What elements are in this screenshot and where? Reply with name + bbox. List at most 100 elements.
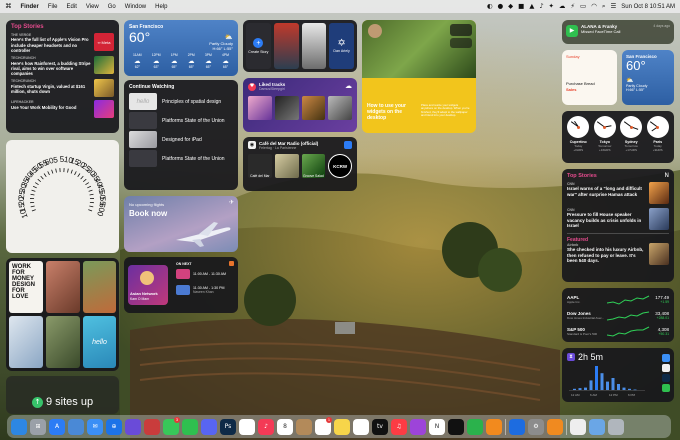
stock-row[interactable]: Dow Jones Dow Jones Industrial Aver... 33,… [567, 308, 669, 322]
continue-watching-widget[interactable]: Continue Watching hello Principles of sp… [124, 80, 238, 190]
weather-widget-left[interactable]: San Francisco 60° ⛅ Partly Cloudy H:66° … [124, 20, 238, 76]
mail-icon[interactable]: ✉ [87, 418, 103, 435]
pages-icon[interactable] [486, 418, 502, 435]
discord-icon[interactable] [201, 418, 217, 435]
safari-icon[interactable]: ⊕ [106, 418, 122, 435]
stocks-widget[interactable]: AAPL Apple Inc. 177.49 +1.59 Dow Jones Dow Jo… [562, 288, 674, 342]
podcast-tile[interactable] [273, 23, 299, 69]
stocks-icon[interactable] [448, 418, 464, 435]
weather-widget-right[interactable]: San Francisco 60° ⛅ Partly Cloudy H:66° … [622, 50, 674, 105]
status-icon[interactable]: ☁ [559, 3, 566, 10]
status-icon[interactable]: ⚡ [570, 3, 575, 10]
tips-widget[interactable]: How to use your widgets on the desktop P… [362, 20, 476, 133]
uptime-widget[interactable]: ↑ 9 sites up [6, 376, 119, 414]
news-icon[interactable]: N [429, 418, 445, 435]
menu-help[interactable]: Help [155, 4, 167, 10]
appstore-icon[interactable]: A [49, 418, 65, 435]
station-tile[interactable]: Café del Mar [248, 154, 272, 178]
create-story-tile[interactable]: + Create Story [246, 23, 271, 69]
status-icon[interactable]: ▲ [529, 3, 534, 10]
menubar-clock[interactable]: Sun Oct 8 10:51 AM [621, 4, 675, 10]
status-icon[interactable]: ♪ [539, 3, 543, 10]
photos-icon[interactable] [239, 418, 255, 435]
status-icon[interactable]: ● [497, 3, 503, 10]
freeform-icon[interactable] [353, 418, 369, 435]
podcasts-icon[interactable] [410, 418, 426, 435]
reminders-widget[interactable]: Sunday Purchase Bread Sales [562, 50, 617, 105]
news-story[interactable]: LIFEHACKER Use Your Work Mobility for Goo… [11, 100, 114, 119]
calendar-icon[interactable]: 8 [277, 418, 293, 435]
settings-icon[interactable]: ⚙ [528, 418, 544, 435]
station-tile[interactable]: KCRW [328, 154, 353, 178]
menu-view[interactable]: View [86, 4, 99, 10]
apple-menu-icon[interactable]: ⌘ [5, 3, 12, 10]
photo-thumb[interactable] [46, 261, 80, 313]
track-artwork[interactable] [248, 96, 272, 120]
menu-finder[interactable]: Finder [21, 4, 39, 10]
messages-icon[interactable]: 3 [163, 416, 180, 435]
photo-grid-widget[interactable]: WORK FOR MONEY DESIGN FOR LOVE hello [6, 258, 119, 371]
keynote-icon[interactable] [509, 418, 525, 435]
station-tile[interactable] [274, 154, 299, 178]
menu-window[interactable]: Window [125, 4, 146, 10]
video-item[interactable]: hello Principles of spatial design [129, 93, 233, 110]
itunes-icon[interactable]: ♫ [391, 418, 407, 435]
contacts-icon[interactable] [296, 418, 312, 435]
news-story[interactable]: TECHCRUNCH Fintech startup Virgin, valued… [11, 79, 114, 98]
photo-thumb[interactable] [83, 261, 116, 313]
arc-icon[interactable] [125, 418, 141, 435]
podcast-tile[interactable] [301, 23, 327, 69]
music-icon[interactable]: ♪ [258, 418, 274, 435]
notes-icon[interactable] [334, 418, 350, 435]
numbers-icon[interactable] [467, 418, 483, 435]
photoshop-icon[interactable]: Ps [220, 418, 236, 435]
status-icon[interactable]: ◆ [508, 3, 513, 10]
stock-row[interactable]: S&P 500 Standard & Poor's 500 4,308 +50.31 [567, 324, 669, 338]
photo-thumb[interactable]: hello [83, 316, 116, 368]
radio-widget[interactable]: ◉ Café del Mar Radio (official) Felertag… [243, 137, 357, 191]
news-widget-left[interactable]: Top Stories THE VERGE Here's the full lis… [6, 20, 119, 133]
flights-widget[interactable]: No upcoming flights Book now ✈ [124, 196, 238, 252]
facetime-icon[interactable] [182, 418, 198, 435]
menu-edit[interactable]: Edit [67, 4, 77, 10]
book-now-link[interactable]: Book now [129, 209, 167, 218]
news-story[interactable]: Airbnb She checked into his luxury Airbnb… [567, 243, 669, 265]
wifi-icon[interactable]: ◠ [591, 3, 597, 10]
news-story[interactable]: THE VERGE Here's the full list of Apple's… [11, 33, 114, 53]
status-icon[interactable]: ✦ [548, 3, 553, 10]
stock-row[interactable]: AAPL Apple Inc. 177.49 +1.59 [567, 292, 669, 306]
photo-thumb[interactable] [46, 316, 80, 368]
news-story[interactable]: CNN Israel warns of a "long and difficult… [567, 182, 669, 204]
tv-schedule-widget[interactable]: Asian Network Kam O Mam ON NEXT 11:00 AM… [124, 257, 238, 313]
facetime-notification[interactable]: ▶ ALANA & Franky Missed FaceTime Call 4 … [562, 20, 674, 44]
finder-icon[interactable] [11, 418, 27, 435]
search-icon[interactable]: ⌕ [602, 3, 606, 10]
raycast-icon[interactable] [144, 418, 160, 435]
status-icon[interactable]: ■ [518, 3, 524, 10]
downloads-icon[interactable] [589, 418, 605, 435]
video-item[interactable]: Platforms State of the Union [129, 150, 233, 167]
menu-file[interactable]: File [48, 4, 58, 10]
trash-icon[interactable] [608, 418, 624, 435]
news-story[interactable]: CNN Pressure to fill House speaker vacanc… [567, 208, 669, 230]
control-center-icon[interactable]: ☰ [610, 3, 616, 10]
books-icon[interactable] [547, 418, 563, 435]
reminders-icon[interactable]: 1 [315, 416, 332, 435]
screen-time-widget[interactable]: ⧗ 2h 5m 12 AM 6 AM 12 PM 6 PM [562, 348, 674, 402]
world-clock-widget[interactable]: Cupertino Today +0HRS Tokyo Tomorrow +16… [562, 111, 674, 163]
battery-icon[interactable]: ▭ [580, 3, 586, 10]
document-icon[interactable] [570, 418, 586, 435]
music-widget[interactable]: ♥ Liked tracks Damus/Sleepgirl ☁ [243, 78, 357, 132]
track-artwork[interactable] [274, 96, 299, 120]
launchpad-icon[interactable]: ⊞ [30, 418, 46, 435]
track-artwork[interactable] [301, 96, 326, 120]
status-icon[interactable]: ◐ [487, 3, 493, 10]
menu-go[interactable]: Go [108, 4, 116, 10]
podcast-tile[interactable]: ✡ Dan Ariely [329, 23, 354, 69]
news-widget-right[interactable]: Top Stories N CNN Israel warns of a "long… [562, 169, 674, 282]
book-cover[interactable]: WORK FOR MONEY DESIGN FOR LOVE [9, 261, 43, 313]
podcasts-widget[interactable]: + Create Story ✡ Dan Ariely [243, 20, 357, 72]
typography-clock-widget[interactable]: 10 15 20 25 30 35 40 45 50 55 60 5 5 10 15 20 25 30 35 40 45… [6, 140, 119, 253]
video-item[interactable]: Platforms State of the Union [129, 112, 233, 129]
track-artwork[interactable] [328, 96, 352, 120]
